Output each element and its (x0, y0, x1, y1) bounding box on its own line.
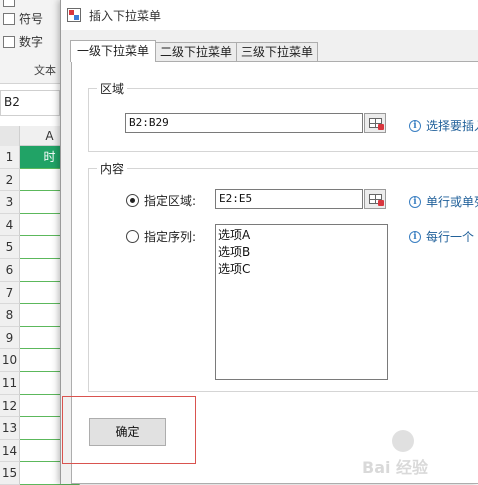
row-header[interactable]: 5 (0, 236, 20, 259)
sequence-option[interactable]: 指定序列: (126, 228, 196, 245)
name-box[interactable]: B2 (0, 90, 60, 116)
info-icon: i (409, 195, 421, 208)
range-option-label: 指定区域: (144, 194, 197, 208)
region-input[interactable]: B2:B29 (125, 113, 363, 133)
tab-strip: 一级下拉菜单 二级下拉菜单 三级下拉菜单 (70, 40, 319, 62)
range-hint: i 单行或单列 (409, 193, 478, 210)
symbol-label: 符号 (19, 12, 44, 26)
symbol-checkbox[interactable] (3, 12, 15, 25)
checkbox[interactable] (3, 0, 15, 7)
row-header[interactable]: 14 (0, 439, 20, 463)
app-icon (67, 8, 81, 22)
row-header[interactable]: 3 (0, 191, 20, 214)
number-label: 数字 (19, 35, 44, 49)
row-header[interactable]: 1 (0, 146, 20, 169)
range-option[interactable]: 指定区域: (126, 192, 196, 209)
sequence-line: 选项C (218, 262, 251, 276)
row-header[interactable]: 12 (0, 394, 20, 418)
sequence-hint: i 每行一个 (409, 228, 474, 245)
info-icon: i (409, 119, 421, 132)
range-input[interactable]: E2:E5 (215, 189, 363, 209)
region-hint: i 选择要插入 (409, 117, 478, 134)
row-header[interactable]: 4 (0, 213, 20, 237)
select-all-corner[interactable] (0, 126, 20, 146)
range-radio[interactable] (126, 194, 139, 207)
range-select-icon (369, 118, 384, 130)
ribbon-group-label: 文本 (34, 64, 56, 77)
sequence-option-label: 指定序列: (144, 230, 197, 244)
row-header[interactable]: 9 (0, 326, 20, 350)
tab-level-2[interactable]: 二级下拉菜单 (155, 42, 238, 62)
insert-dropdown-dialog: 插入下拉菜单 一级下拉菜单 二级下拉菜单 三级下拉菜单 区域 B2:B29 i … (60, 0, 478, 484)
region-hint-text: 选择要插入 (426, 119, 478, 133)
content-group-label: 内容 (97, 160, 128, 177)
sequence-line: 选项B (218, 245, 251, 259)
tab-level-1[interactable]: 一级下拉菜单 (70, 40, 157, 62)
row-header[interactable]: 15 (0, 462, 20, 485)
ribbon-item[interactable] (3, 0, 19, 7)
sequence-line: 选项A (218, 228, 251, 242)
number-checkbox[interactable] (3, 35, 15, 48)
ribbon-item-number[interactable]: 数字 (3, 33, 43, 50)
range-hint-text: 单行或单列 (426, 195, 478, 209)
range-picker-button[interactable] (364, 189, 386, 209)
ok-button[interactable]: 确定 (89, 418, 166, 446)
range-select-icon (369, 194, 384, 206)
dialog-titlebar[interactable]: 插入下拉菜单 (61, 0, 478, 30)
sequence-hint-text: 每行一个 (426, 230, 475, 244)
row-header[interactable]: 2 (0, 168, 20, 192)
sequence-radio[interactable] (126, 230, 139, 243)
row-header[interactable]: 6 (0, 258, 20, 282)
info-icon: i (409, 230, 421, 243)
tab-panel: 区域 B2:B29 i 选择要插入 内容 指定区域: E2:E5 i 单行或单列… (62, 61, 478, 484)
row-header[interactable]: 11 (0, 371, 20, 395)
row-header[interactable]: 7 (0, 281, 20, 305)
ribbon-item-symbol[interactable]: 符号 (3, 10, 43, 27)
dialog-title: 插入下拉菜单 (89, 8, 162, 23)
row-header[interactable]: 8 (0, 304, 20, 327)
tab-level-3[interactable]: 三级下拉菜单 (236, 42, 319, 62)
row-header[interactable]: 13 (0, 417, 20, 440)
region-picker-button[interactable] (364, 113, 386, 133)
row-headers: 1 2 3 4 5 6 7 8 9 10 11 12 13 14 15 (0, 146, 20, 485)
row-header[interactable]: 10 (0, 349, 20, 372)
sequence-textarea[interactable]: 选项A 选项B 选项C (215, 224, 388, 380)
region-group-label: 区域 (97, 80, 128, 97)
